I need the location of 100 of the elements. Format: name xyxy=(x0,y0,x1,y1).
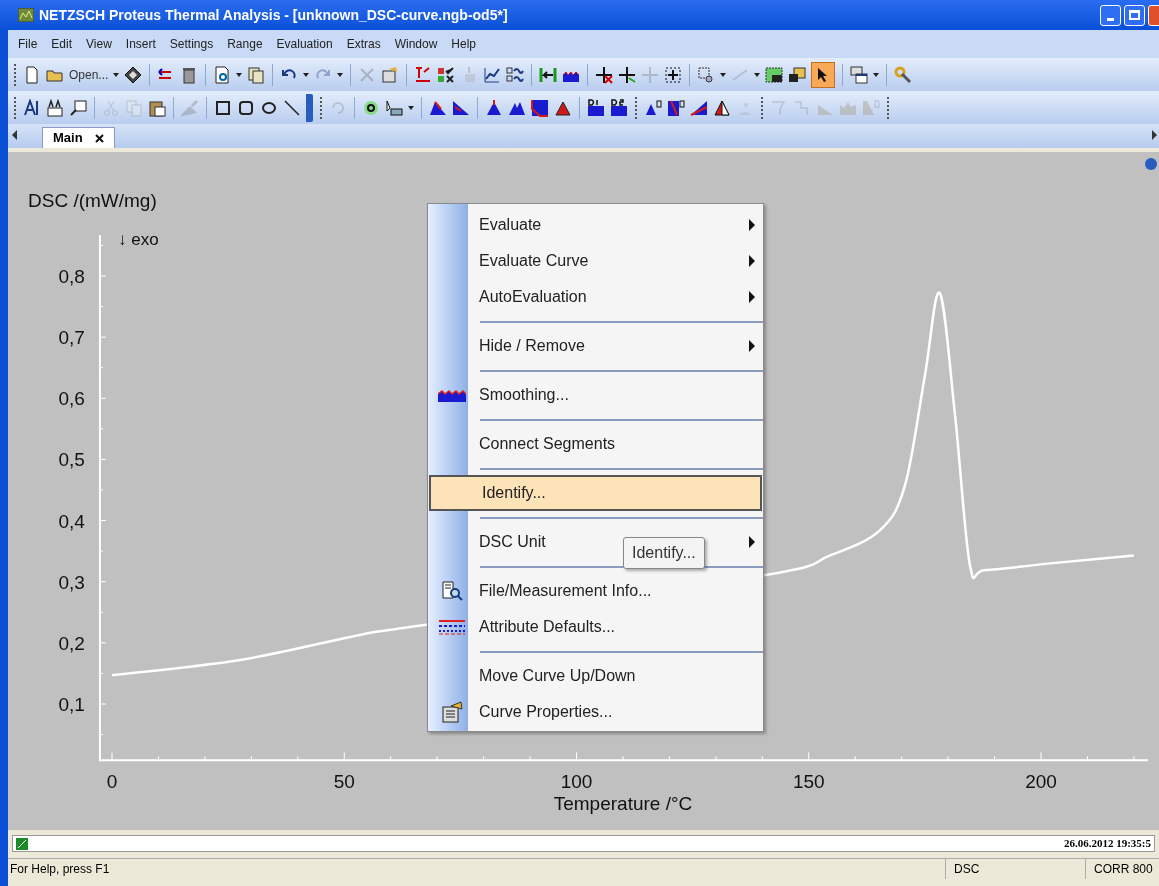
pointer-button[interactable] xyxy=(811,61,836,88)
menu-item[interactable]: Settings xyxy=(169,35,214,53)
windows-icon[interactable] xyxy=(850,65,869,84)
cross-cursor-icon[interactable] xyxy=(618,65,637,84)
window-title: NETZSCH Proteus Thermal Analysis - [unknown_DSC-curve.ngb-od5*] xyxy=(39,5,508,25)
dropdown-caret-icon[interactable] xyxy=(303,72,310,77)
x-axis-label: Temperature /°C xyxy=(553,793,693,814)
text-icon[interactable] xyxy=(23,98,41,117)
menu-item[interactable]: Evaluate xyxy=(479,213,542,237)
peak-icon[interactable] xyxy=(485,98,503,117)
maximize-button[interactable] xyxy=(1124,4,1145,26)
peak-icon[interactable] xyxy=(644,98,662,117)
menu-item[interactable]: Curve Properties... xyxy=(479,700,613,724)
menu-item[interactable]: Hide / Remove xyxy=(479,334,585,358)
rounded-rectangle-icon[interactable] xyxy=(237,98,255,117)
scroll-left-icon[interactable] xyxy=(12,130,17,140)
menu-item[interactable]: Insert xyxy=(125,35,156,53)
y-tick-label: 0,8 xyxy=(58,266,85,287)
menu-item[interactable]: Connect Segments xyxy=(479,432,616,456)
menu-item[interactable]: Range xyxy=(227,35,263,53)
peaks-icon xyxy=(438,388,466,402)
y-tick-label: 0,7 xyxy=(58,327,85,349)
area-icon[interactable] xyxy=(667,98,685,117)
minimize-button[interactable] xyxy=(1100,4,1121,26)
fit-view-icon[interactable] xyxy=(664,65,683,84)
timestamp: 26.06.2012 19:35:5 xyxy=(1063,836,1151,852)
tab[interactable]: Main xyxy=(42,127,115,148)
y-tick-label: 0,5 xyxy=(58,449,85,471)
picture-in-picture-icon[interactable] xyxy=(765,65,784,84)
help-icon[interactable] xyxy=(1145,158,1157,170)
checklist-icon[interactable] xyxy=(437,65,456,84)
menu-item[interactable]: File/Measurement Info... xyxy=(479,579,652,603)
wrench-icon[interactable] xyxy=(894,65,913,84)
menu-item[interactable]: File xyxy=(18,35,38,53)
exo-annotation: ↓ exo xyxy=(118,230,159,249)
properties-icon xyxy=(441,701,463,723)
cross-cursor-icon[interactable] xyxy=(595,65,614,84)
dropdown-caret-icon[interactable] xyxy=(754,72,761,77)
new-page-icon[interactable] xyxy=(23,65,41,84)
dropdown-caret-icon[interactable] xyxy=(408,105,414,110)
menu-item[interactable]: Identify... xyxy=(429,475,762,511)
menu-item[interactable]: Help xyxy=(451,35,476,53)
diamond-icon[interactable] xyxy=(124,65,143,84)
menu-item[interactable]: AutoEvaluation xyxy=(479,285,587,309)
print-preview-icon[interactable] xyxy=(213,65,232,84)
menu-item[interactable]: Smoothing... xyxy=(479,383,569,407)
tooltip: Identify... xyxy=(623,537,705,569)
target-icon[interactable] xyxy=(362,98,380,117)
dropdown-caret-icon[interactable] xyxy=(337,72,344,77)
status-pane: CORR 800 xyxy=(1085,859,1159,879)
bracket-arrow-icon[interactable] xyxy=(539,65,558,84)
close-tab-icon[interactable] xyxy=(94,133,104,143)
dropdown-caret-icon[interactable] xyxy=(236,72,243,77)
derivative-icon[interactable] xyxy=(587,98,605,117)
line-graph-icon[interactable] xyxy=(483,65,502,84)
note-arrow-icon[interactable] xyxy=(69,98,87,117)
ramp-icon[interactable] xyxy=(690,98,708,117)
zoom-select-icon[interactable] xyxy=(697,65,716,84)
line-styles-icon xyxy=(438,619,466,635)
dropdown-caret-icon[interactable] xyxy=(113,72,120,77)
peak-icon[interactable] xyxy=(452,98,470,117)
overflow-chevron-icon[interactable] xyxy=(306,93,313,122)
x-tick-label: 200 xyxy=(1025,771,1057,793)
status-text: For Help, press F1 xyxy=(9,861,110,878)
font-icon[interactable] xyxy=(46,98,64,117)
waves-icon[interactable] xyxy=(506,65,525,84)
app-icon xyxy=(18,8,34,22)
scale-icon[interactable] xyxy=(414,65,433,84)
status-pane: DSC xyxy=(945,859,1085,879)
menu-item[interactable]: Edit xyxy=(51,35,73,53)
menu-item[interactable]: Attribute Defaults... xyxy=(479,615,616,639)
menu-item[interactable]: Move Curve Up/Down xyxy=(479,664,636,688)
copy-icon[interactable] xyxy=(247,65,266,84)
scroll-right-icon[interactable] xyxy=(1152,130,1157,140)
area-icon[interactable] xyxy=(531,98,549,117)
line-icon[interactable] xyxy=(283,98,301,117)
menu-item[interactable]: View xyxy=(86,35,112,53)
menu-item[interactable]: Extras xyxy=(346,35,381,53)
x-tick-label: 0 xyxy=(106,771,118,793)
menu-item[interactable]: Evaluate Curve xyxy=(479,249,589,273)
pointer-tag-icon[interactable] xyxy=(385,98,403,117)
y-tick-label: 0,3 xyxy=(58,571,85,593)
menu-item[interactable]: DSC Unit xyxy=(479,530,546,554)
rectangle-icon[interactable] xyxy=(214,98,232,117)
open-button[interactable]: Open... xyxy=(69,65,109,84)
clipboard-icon[interactable] xyxy=(148,98,166,117)
document-search-icon xyxy=(441,581,463,601)
peak-icon[interactable] xyxy=(713,98,731,117)
properties-icon[interactable] xyxy=(381,65,400,84)
derivative-icon[interactable] xyxy=(610,98,628,117)
y-tick-label: 0,1 xyxy=(58,694,85,715)
y-axis-label: DSC /(mW/mg) xyxy=(28,190,157,211)
menu-item[interactable]: Evaluation xyxy=(276,35,333,53)
dropdown-caret-icon[interactable] xyxy=(720,72,727,77)
x-tick-label: 150 xyxy=(792,771,825,793)
dropdown-caret-icon[interactable] xyxy=(873,72,880,77)
x-tick-label: 50 xyxy=(333,771,355,793)
minimize-icon xyxy=(1107,17,1114,21)
menu-item[interactable]: Window xyxy=(394,35,438,53)
swap-pip-icon[interactable] xyxy=(788,65,807,84)
